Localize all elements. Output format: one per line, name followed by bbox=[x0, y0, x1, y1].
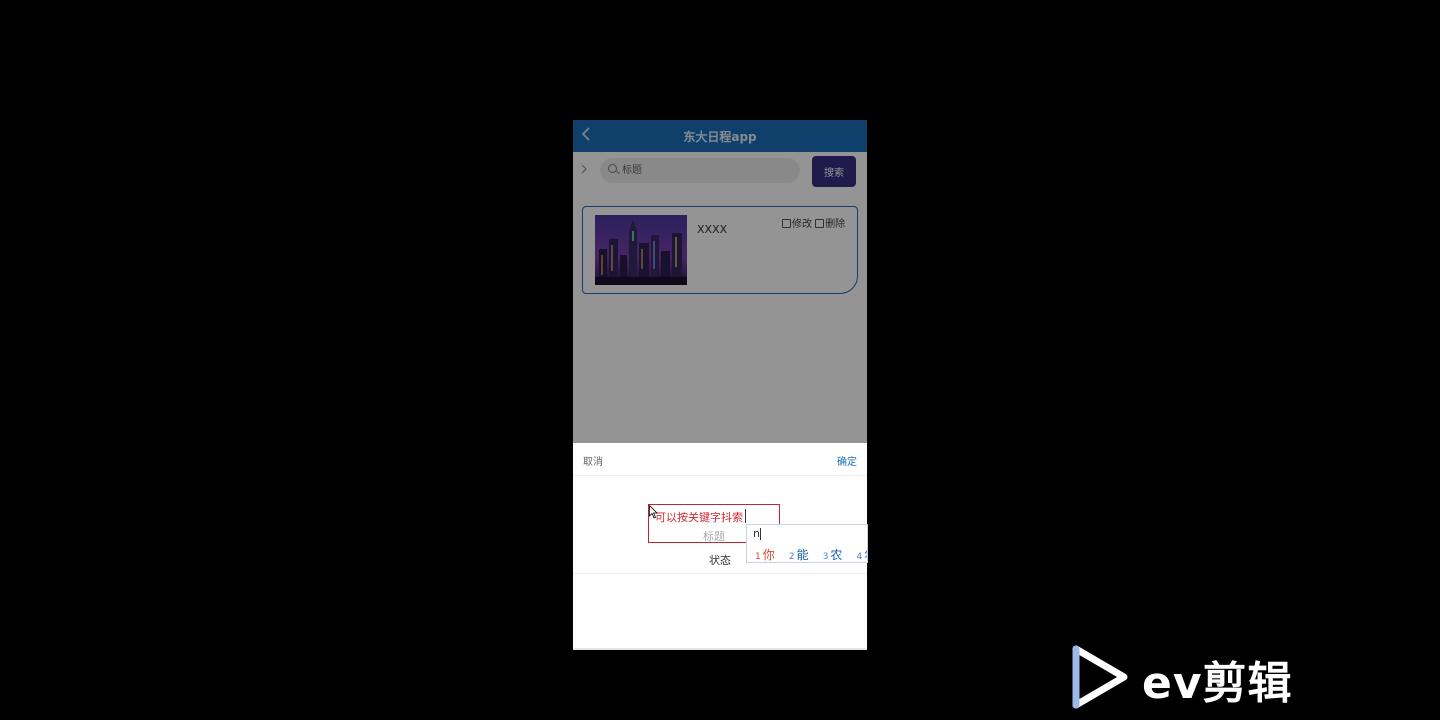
play-logo-icon bbox=[1072, 645, 1128, 709]
cancel-button[interactable]: 取消 bbox=[583, 453, 603, 468]
ime-pinyin: n bbox=[753, 527, 760, 540]
ime-candidate-list: 1你 2能 3农 4年 bbox=[755, 544, 867, 562]
ev-editor-watermark: ev剪辑 bbox=[1070, 645, 1332, 709]
ime-candidate[interactable]: 4年 bbox=[857, 544, 867, 562]
keyword-hint-text: 可以按关键字抖索 bbox=[655, 511, 743, 524]
modal-overlay[interactable] bbox=[573, 120, 867, 443]
ime-candidate-popup: n 1你 2能 3农 4年 bbox=[746, 524, 868, 563]
confirm-button[interactable]: 确定 bbox=[837, 453, 857, 468]
ime-candidate[interactable]: 1你 bbox=[755, 544, 775, 562]
ime-candidate[interactable]: 2能 bbox=[789, 544, 809, 562]
picker-option-status[interactable]: 状态 bbox=[709, 552, 731, 568]
ime-caret bbox=[760, 528, 761, 540]
watermark-text: ev剪辑 bbox=[1142, 658, 1293, 709]
divider bbox=[573, 475, 867, 476]
phone-screen: 东大日程app 搜索 bbox=[573, 120, 867, 650]
text-caret bbox=[745, 509, 746, 523]
ime-candidate[interactable]: 3农 bbox=[823, 544, 843, 562]
divider bbox=[573, 648, 867, 650]
divider bbox=[573, 573, 867, 574]
